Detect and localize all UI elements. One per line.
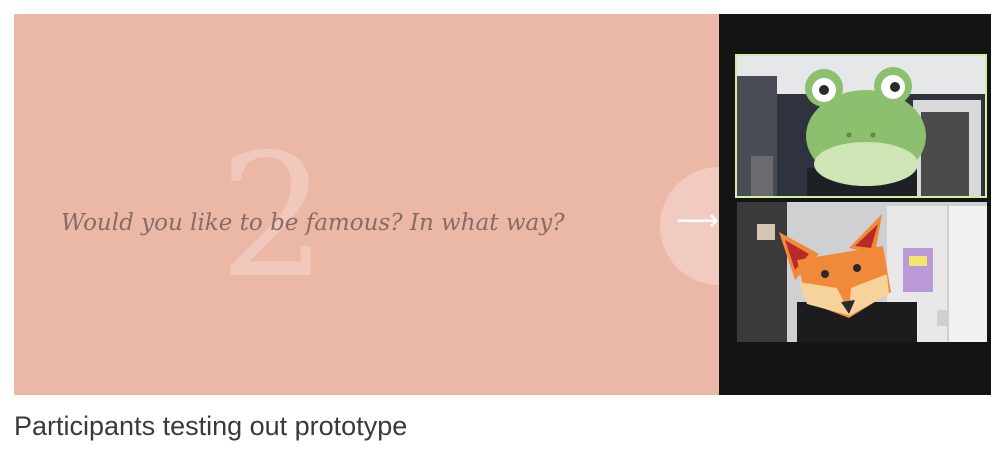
figure-caption: Participants testing out prototype [14, 411, 408, 441]
question-slide: 2 Would you like to be famous? In what w… [14, 14, 719, 395]
right-arrow-icon: ⟶ [676, 203, 720, 238]
meeting-screenshot: 2 Would you like to be famous? In what w… [14, 14, 991, 395]
participant-video-tile[interactable] [737, 202, 987, 342]
participant-video-tile[interactable] [735, 54, 987, 198]
video-panel [719, 14, 991, 395]
participant-video-feed [737, 202, 987, 342]
question-text: Would you like to be famous? In what way… [61, 210, 565, 236]
participant-video-feed [737, 56, 985, 196]
